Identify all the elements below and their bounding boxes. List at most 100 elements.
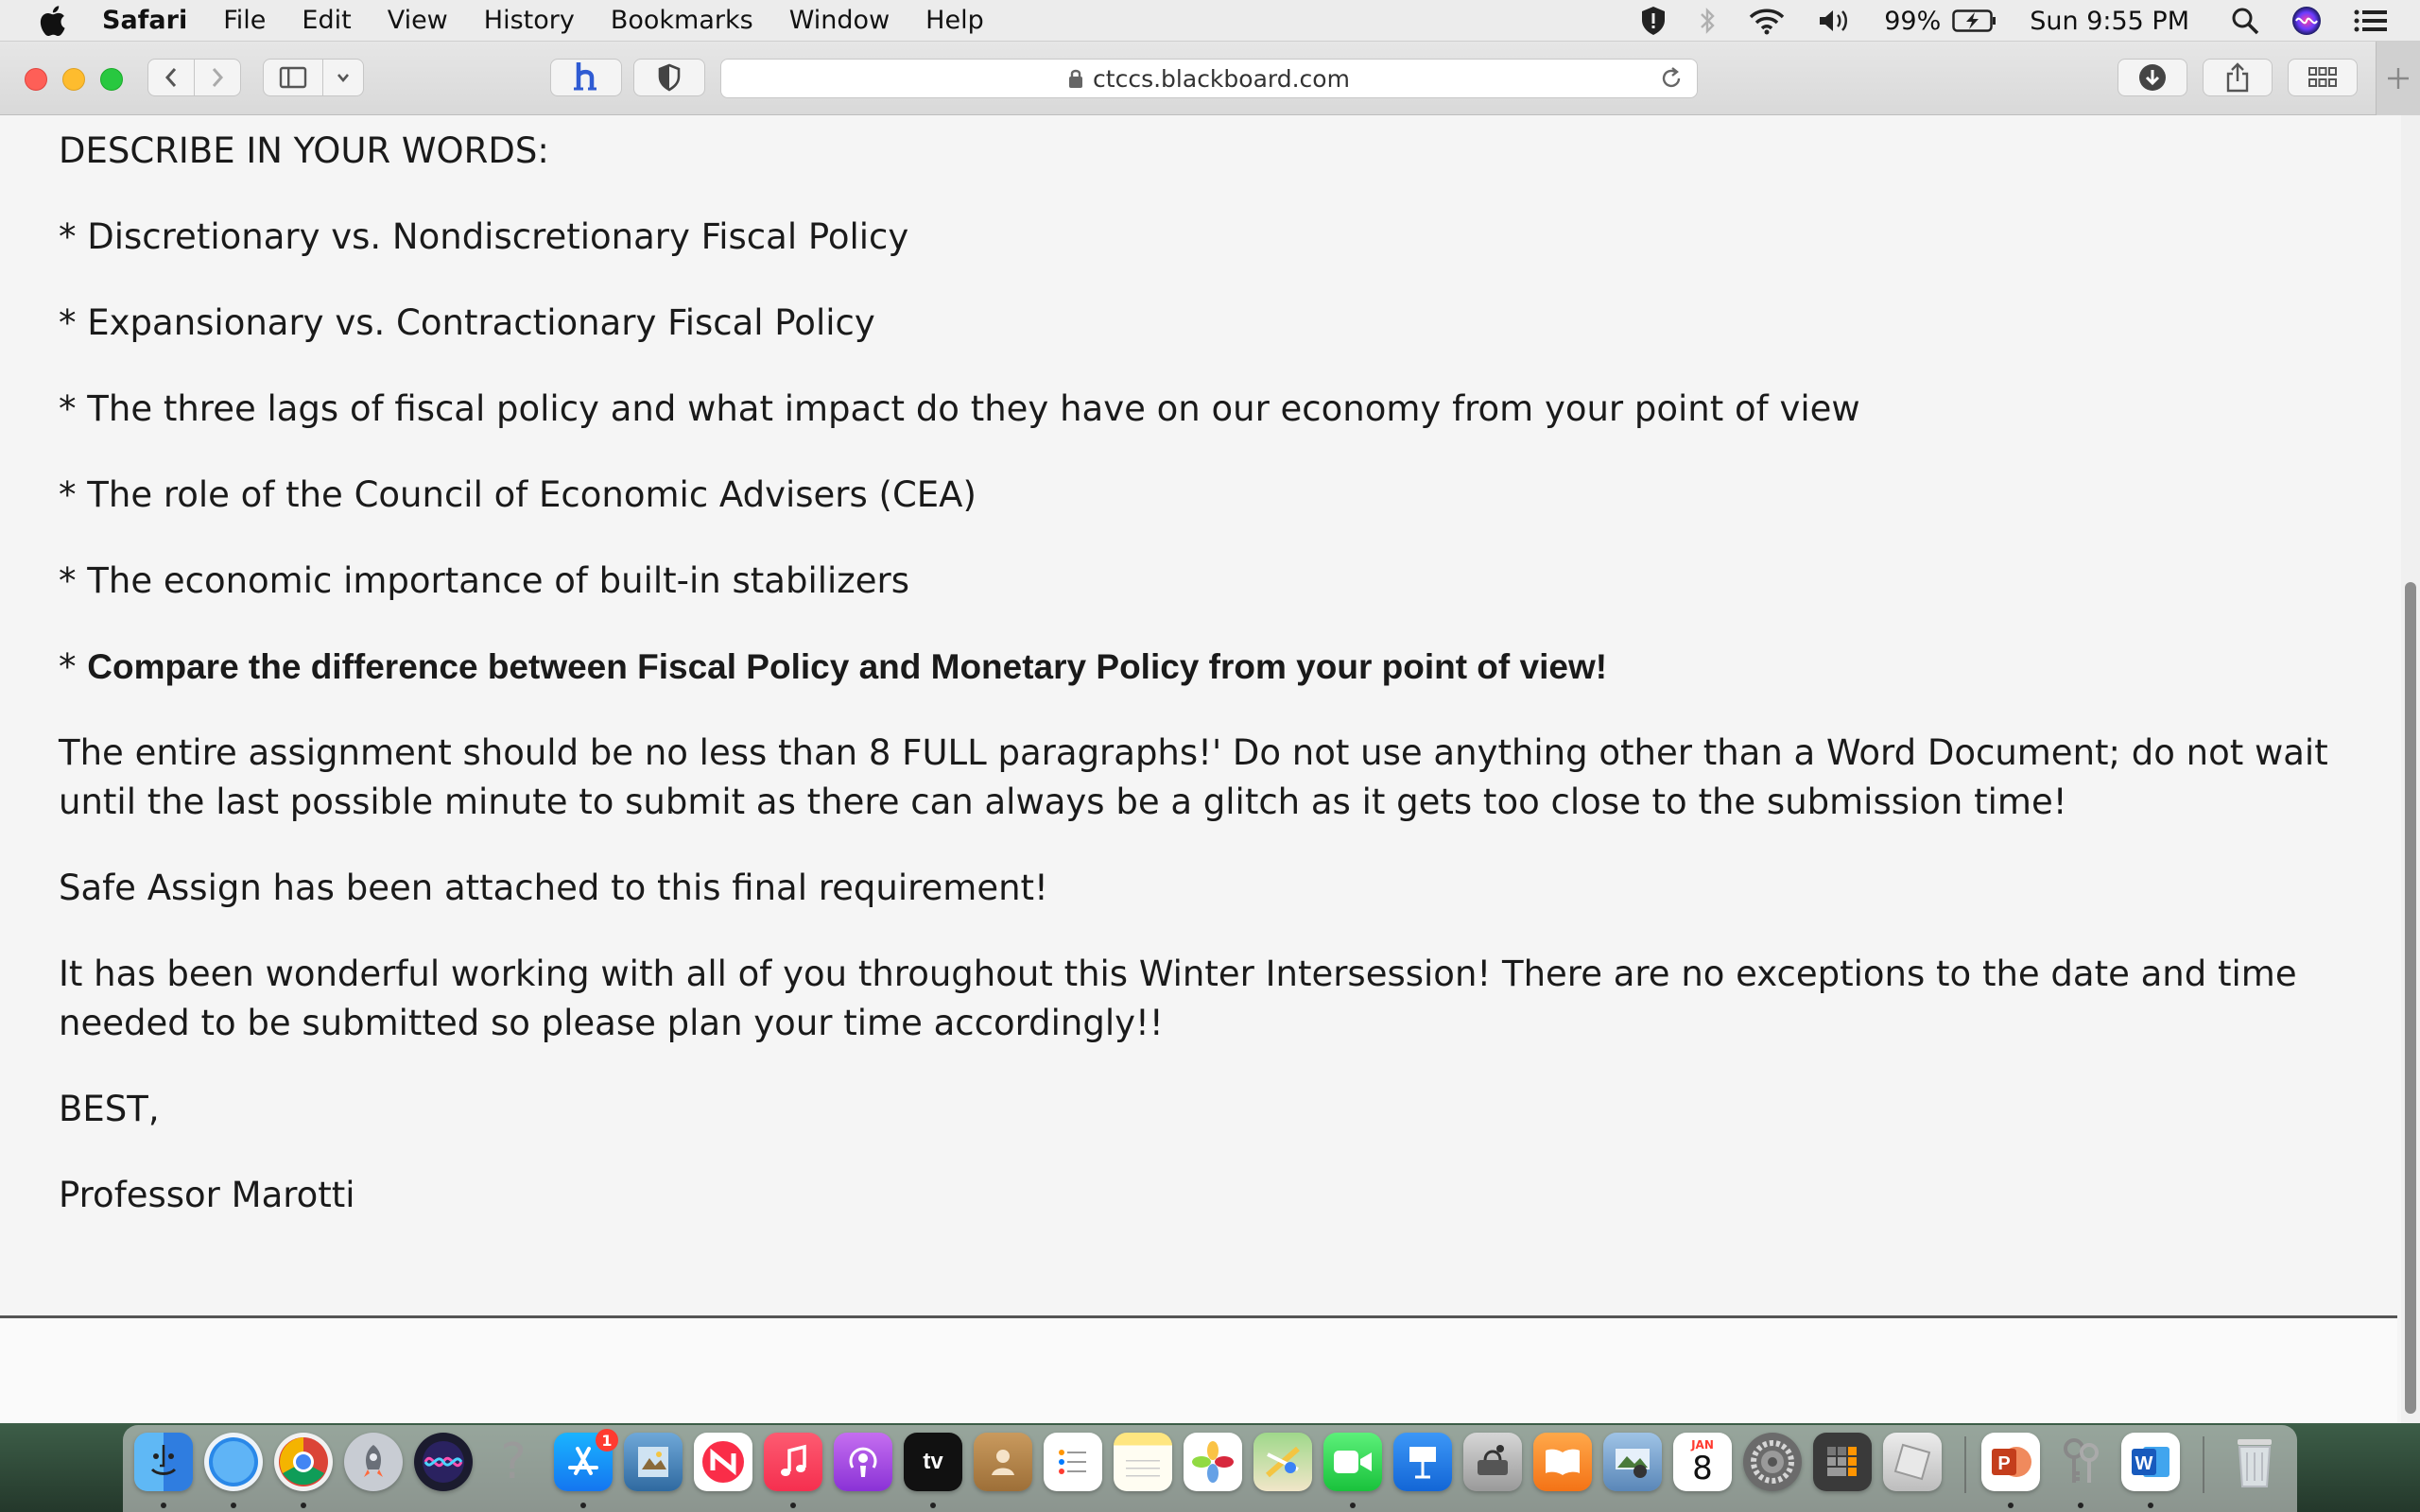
menu-file[interactable]: File: [223, 6, 266, 35]
running-indicator: [1350, 1503, 1356, 1508]
menu-app-safari[interactable]: Safari: [102, 6, 187, 35]
trash-icon[interactable]: [2225, 1433, 2284, 1491]
books-icon[interactable]: [1533, 1433, 1592, 1491]
launchpad-icon[interactable]: [344, 1433, 403, 1491]
hypothesis-icon: [574, 62, 596, 91]
word-icon[interactable]: W: [2121, 1433, 2180, 1491]
contacts-icon[interactable]: [974, 1433, 1032, 1491]
music-icon[interactable]: [764, 1433, 822, 1491]
facetime-icon[interactable]: [1323, 1433, 1382, 1491]
apple-menu-icon[interactable]: [38, 5, 91, 37]
address-url: ctccs.blackboard.com: [1093, 64, 1350, 93]
preview-icon[interactable]: [624, 1433, 683, 1491]
menu-view[interactable]: View: [388, 6, 448, 35]
sidebar-menu-button[interactable]: [322, 59, 364, 96]
bold-bullet-text: Compare the difference between Fiscal Po…: [87, 647, 1608, 686]
bullet-item: * The three lags of fiscal policy and wh…: [59, 388, 1860, 429]
battery-icon[interactable]: [1952, 9, 1997, 33]
shield-icon[interactable]: [1640, 6, 1667, 36]
page-content: DESCRIBE IN YOUR WORDS: * Discretionary …: [0, 115, 2397, 1422]
system-preferences-icon[interactable]: [1743, 1433, 1802, 1491]
bluetooth-icon[interactable]: [1699, 7, 1716, 35]
window-minimize-button[interactable]: [62, 68, 85, 91]
running-indicator: [790, 1503, 796, 1508]
spotlight-icon[interactable]: [2231, 7, 2259, 35]
calculator-icon[interactable]: [1813, 1433, 1872, 1491]
running-indicator: [2148, 1503, 2153, 1508]
address-bar[interactable]: ctccs.blackboard.com: [720, 59, 1698, 98]
window-close-button[interactable]: [25, 68, 47, 91]
keychain-access-icon[interactable]: [2051, 1433, 2110, 1491]
menu-help[interactable]: Help: [925, 6, 984, 35]
share-button[interactable]: [2203, 59, 2273, 96]
bullet-item-emphasis: * Compare the difference between Fiscal …: [59, 643, 1607, 692]
system-information-icon[interactable]: [1463, 1433, 1522, 1491]
bullet-item: * Expansionary vs. Contractionary Fiscal…: [59, 302, 875, 343]
chrome-icon[interactable]: [274, 1433, 333, 1491]
news-icon[interactable]: [694, 1433, 752, 1491]
content-footer: [0, 1318, 2397, 1422]
svg-text:W: W: [2135, 1453, 2153, 1474]
chevron-right-icon: [212, 68, 224, 87]
image-capture-icon[interactable]: [1603, 1433, 1662, 1491]
menu-edit[interactable]: Edit: [302, 6, 351, 35]
photos-icon[interactable]: [1184, 1433, 1242, 1491]
running-indicator: [231, 1503, 236, 1508]
menu-bookmarks[interactable]: Bookmarks: [611, 6, 753, 35]
signature: Professor Marotti: [59, 1175, 355, 1215]
closing-line: BEST,: [59, 1089, 160, 1129]
back-button[interactable]: [147, 59, 195, 96]
svg-text:P: P: [1997, 1453, 2010, 1474]
finder-icon[interactable]: [134, 1433, 193, 1491]
podcasts-icon[interactable]: [834, 1433, 892, 1491]
menu-window[interactable]: Window: [789, 6, 890, 35]
privacy-shield-icon: [658, 63, 681, 92]
paragraph: Safe Assign has been attached to this fi…: [59, 868, 1048, 908]
powerpoint-icon[interactable]: P: [1981, 1433, 2040, 1491]
running-indicator: [2008, 1503, 2014, 1508]
forward-button[interactable]: [194, 59, 241, 96]
bullet-item: * The economic importance of built-in st…: [59, 560, 909, 601]
vertical-scrollbar[interactable]: [2401, 115, 2420, 1423]
bullet-item: * The role of the Council of Economic Ad…: [59, 474, 977, 515]
bullet-marker: *: [59, 646, 88, 687]
menu-clock[interactable]: Sun 9:55 PM: [2030, 7, 2189, 36]
downloads-button[interactable]: [2118, 59, 2187, 96]
maps-icon[interactable]: [1253, 1433, 1312, 1491]
roblox-icon[interactable]: [1883, 1433, 1942, 1491]
hypothesis-extension-button[interactable]: [550, 59, 622, 96]
paragraph: It has been wonderful working with all o…: [59, 954, 2297, 1043]
scrollbar-thumb[interactable]: [2405, 582, 2416, 1414]
grid-icon: [2308, 67, 2337, 87]
app-store-badge: 1: [596, 1429, 618, 1452]
bullet-item: * Discretionary vs. Nondiscretionary Fis…: [59, 216, 909, 257]
safari-icon[interactable]: [204, 1433, 263, 1491]
window-zoom-button[interactable]: [100, 68, 123, 91]
running-indicator: [301, 1503, 306, 1508]
calendar-icon[interactable]: JAN 8: [1673, 1433, 1732, 1491]
reload-icon[interactable]: [1659, 66, 1684, 91]
control-center-icon[interactable]: [2354, 9, 2388, 33]
help-question-icon[interactable]: ?: [484, 1433, 543, 1491]
privacy-shield-button[interactable]: [633, 59, 705, 96]
notes-icon[interactable]: [1114, 1433, 1172, 1491]
sidebar-icon: [279, 66, 307, 89]
tv-icon[interactable]: tv: [904, 1433, 962, 1491]
app-store-icon[interactable]: 1: [554, 1429, 618, 1491]
volume-icon[interactable]: [1818, 7, 1852, 35]
dock-separator: [1964, 1436, 1966, 1493]
wifi-icon[interactable]: [1748, 7, 1786, 35]
share-icon: [2226, 62, 2249, 93]
reminders-icon[interactable]: [1044, 1433, 1102, 1491]
keynote-icon[interactable]: [1393, 1433, 1452, 1491]
dock-separator: [2203, 1436, 2204, 1493]
battery-percent: 99%: [1884, 6, 1942, 36]
menu-history[interactable]: History: [484, 6, 575, 35]
chevron-left-icon: [164, 68, 177, 87]
running-indicator: [580, 1503, 586, 1508]
siri-icon[interactable]: [2291, 6, 2322, 36]
tab-overview-button[interactable]: [2288, 59, 2358, 96]
new-tab-button[interactable]: [2376, 42, 2420, 115]
sidebar-toggle-button[interactable]: [263, 59, 323, 96]
siri-dock-icon[interactable]: [414, 1433, 473, 1491]
